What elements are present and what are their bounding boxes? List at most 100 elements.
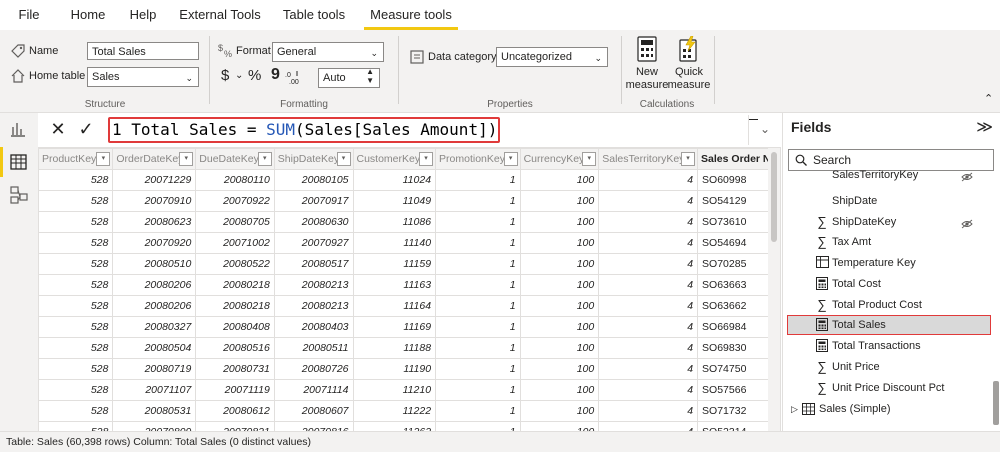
table-cell[interactable]: 4 xyxy=(598,169,699,191)
table-cell[interactable]: 20080522 xyxy=(195,253,275,275)
table-cell[interactable]: 528 xyxy=(38,358,114,380)
column-header[interactable]: ShipDateKey ▾ xyxy=(273,148,354,170)
table-cell[interactable]: 100 xyxy=(519,211,600,233)
field-item[interactable]: Temperature Key xyxy=(783,253,989,273)
table-cell[interactable]: 100 xyxy=(519,316,600,338)
table-cell[interactable]: 11262 xyxy=(352,421,437,431)
table-cell[interactable]: 1 xyxy=(435,232,521,254)
table-cell[interactable]: 20071229 xyxy=(112,169,197,191)
table-cell[interactable]: 4 xyxy=(598,400,699,422)
currency-button[interactable]: $ xyxy=(221,67,229,84)
stepper-icon[interactable]: ▲ ▼ xyxy=(366,67,374,85)
table-cell[interactable]: 20071119 xyxy=(195,379,275,401)
table-cell[interactable]: 528 xyxy=(38,211,114,233)
table-cell[interactable]: 1 xyxy=(435,211,521,233)
scroll-thumb[interactable] xyxy=(993,381,999,425)
comma-style-button[interactable]: 9 xyxy=(271,66,280,84)
table-cell[interactable]: 100 xyxy=(519,169,600,191)
table-cell[interactable]: 20071002 xyxy=(195,232,275,254)
table-cell[interactable]: 1 xyxy=(435,400,521,422)
table-cell[interactable]: 11024 xyxy=(352,169,437,191)
table-cell[interactable]: 1 xyxy=(435,253,521,275)
table-cell[interactable]: 100 xyxy=(519,379,600,401)
table-cell[interactable]: 20071114 xyxy=(273,379,354,401)
table-cell[interactable]: 4 xyxy=(598,232,699,254)
table-cell[interactable]: 528 xyxy=(38,379,114,401)
column-filter-icon[interactable]: ▾ xyxy=(582,152,597,166)
table-cell[interactable]: 4 xyxy=(598,295,699,317)
table-cell[interactable]: 4 xyxy=(598,316,699,338)
table-cell[interactable]: 20070922 xyxy=(195,190,275,212)
home-table-select[interactable]: Sales ⌄ xyxy=(87,67,199,87)
table-cell[interactable]: 11188 xyxy=(352,337,437,359)
table-cell[interactable]: 20080612 xyxy=(195,400,275,422)
table-cell[interactable]: 528 xyxy=(38,316,114,338)
table-cell[interactable]: 100 xyxy=(519,274,600,296)
collapse-pane-icon[interactable]: ≫ xyxy=(976,117,993,137)
column-filter-icon[interactable]: ▾ xyxy=(257,152,272,166)
commit-formula-button[interactable]: ✓ xyxy=(74,117,98,141)
table-cell[interactable]: 11169 xyxy=(352,316,437,338)
table-cell[interactable]: 20080206 xyxy=(112,295,197,317)
field-item[interactable]: ∑ Total Product Cost xyxy=(783,295,989,315)
table-cell[interactable]: 1 xyxy=(435,169,521,191)
column-header[interactable]: SalesTerritoryKey ▾ xyxy=(598,148,699,170)
name-input[interactable]: Total Sales xyxy=(87,42,199,60)
hidden-eye-icon[interactable] xyxy=(961,216,973,228)
report-view-icon[interactable] xyxy=(9,119,29,139)
column-header[interactable]: CurrencyKey ▾ xyxy=(519,148,600,170)
field-item[interactable]: ShipDate xyxy=(783,191,989,211)
table-cell[interactable]: 20080607 xyxy=(273,400,354,422)
table-cell[interactable]: 528 xyxy=(38,232,114,254)
table-cell[interactable]: 20080403 xyxy=(273,316,354,338)
table-cell[interactable]: 1 xyxy=(435,295,521,317)
menu-help[interactable]: Help xyxy=(125,0,161,30)
table-cell[interactable]: 100 xyxy=(519,337,600,359)
collapse-ribbon-icon[interactable]: ⌃ xyxy=(984,92,993,105)
table-cell[interactable]: 100 xyxy=(519,253,600,275)
table-cell[interactable]: 4 xyxy=(598,421,699,431)
table-cell[interactable]: 20070917 xyxy=(273,190,354,212)
table-cell[interactable]: 11222 xyxy=(352,400,437,422)
table-cell[interactable]: 20080511 xyxy=(273,337,354,359)
formula-input[interactable]: 1 Total Sales = SUM(Sales[Sales Amount]) xyxy=(108,117,500,143)
menu-table-tools[interactable]: Table tools xyxy=(278,0,350,30)
table-cell[interactable]: 11049 xyxy=(352,190,437,212)
table-cell[interactable]: 20070821 xyxy=(195,421,275,431)
table-cell[interactable]: 20080206 xyxy=(112,274,197,296)
table-cell[interactable]: 20080731 xyxy=(195,358,275,380)
model-view-icon[interactable] xyxy=(9,185,29,205)
table-cell[interactable]: 528 xyxy=(38,295,114,317)
table-cell[interactable]: 20080218 xyxy=(195,274,275,296)
table-cell[interactable]: 20080218 xyxy=(195,295,275,317)
table-cell[interactable]: 1 xyxy=(435,421,521,431)
table-cell[interactable]: 1 xyxy=(435,337,521,359)
table-cell[interactable]: 20080531 xyxy=(112,400,197,422)
table-cell[interactable]: 20080510 xyxy=(112,253,197,275)
field-item[interactable]: Total Cost xyxy=(783,274,989,294)
table-cell[interactable]: 528 xyxy=(38,253,114,275)
column-filter-icon[interactable]: ▾ xyxy=(681,152,696,166)
table-cell[interactable]: 1 xyxy=(435,379,521,401)
table-cell[interactable]: 100 xyxy=(519,232,600,254)
new-measure-button[interactable]: New measure xyxy=(624,36,670,96)
table-node-sales-simple[interactable]: ▷ Sales (Simple) xyxy=(783,399,989,419)
table-cell[interactable]: 528 xyxy=(38,274,114,296)
field-item[interactable]: ∑ Unit Price xyxy=(783,357,989,377)
table-cell[interactable]: 20080327 xyxy=(112,316,197,338)
table-cell[interactable]: 11190 xyxy=(352,358,437,380)
decimal-places-input[interactable]: Auto ▲ ▼ xyxy=(318,67,380,88)
table-cell[interactable]: 20080630 xyxy=(273,211,354,233)
table-cell[interactable]: 1 xyxy=(435,358,521,380)
hidden-eye-icon[interactable] xyxy=(961,169,973,182)
table-cell[interactable]: 100 xyxy=(519,400,600,422)
table-cell[interactable]: 20070816 xyxy=(273,421,354,431)
table-cell[interactable]: 20080213 xyxy=(273,295,354,317)
field-item[interactable]: Total Sales xyxy=(787,315,991,335)
column-filter-icon[interactable]: ▾ xyxy=(96,152,111,166)
table-cell[interactable]: 4 xyxy=(598,190,699,212)
table-cell[interactable]: 4 xyxy=(598,253,699,275)
table-cell[interactable]: 4 xyxy=(598,379,699,401)
table-cell[interactable]: 528 xyxy=(38,400,114,422)
column-header[interactable]: OrderDateKey ▾ xyxy=(112,148,197,170)
